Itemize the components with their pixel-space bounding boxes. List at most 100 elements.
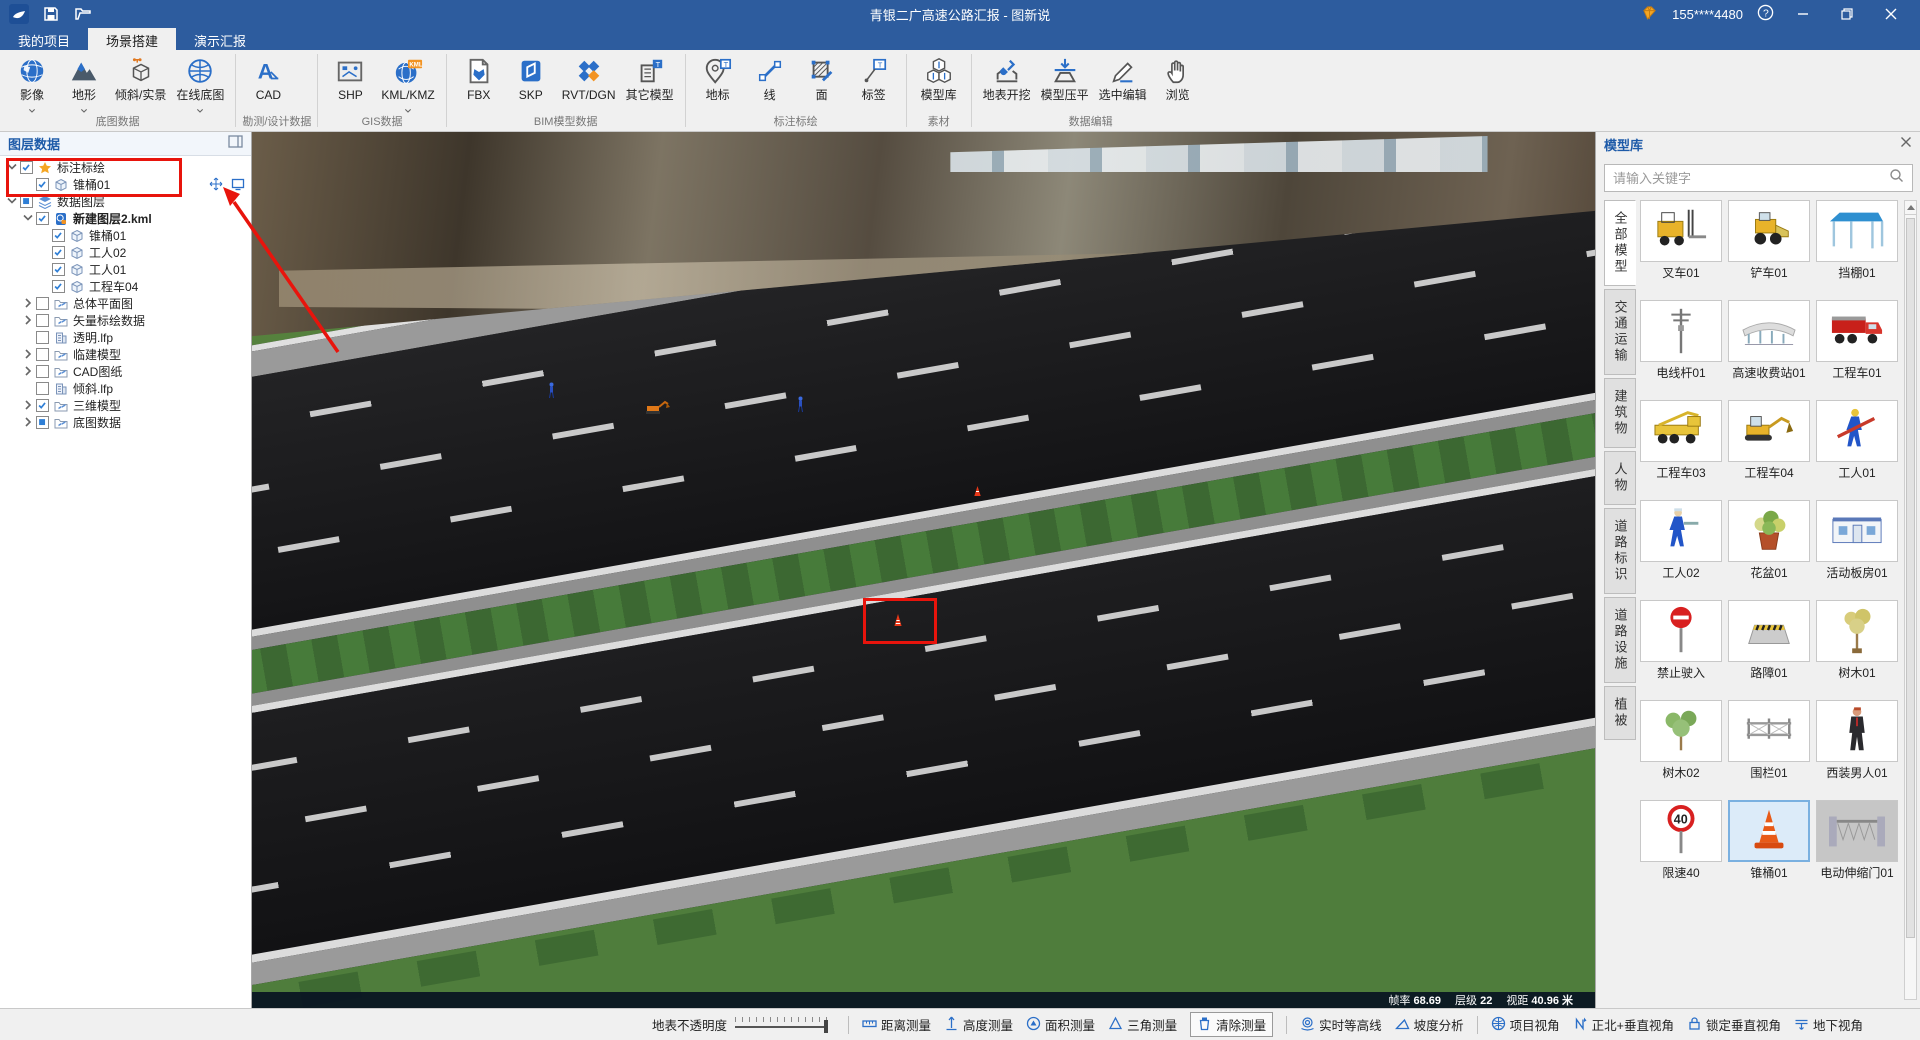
category-tab-all-models[interactable]: 全部模型 [1604, 200, 1636, 286]
ribbon-item-online-basemap[interactable]: 在线底图 [171, 52, 229, 115]
ribbon-item-fbx[interactable]: FBX [453, 52, 505, 115]
layer-tree-row-annotation-plot[interactable]: 标注标绘 [0, 159, 251, 176]
layer-checkbox[interactable] [36, 382, 49, 395]
layer-checkbox[interactable] [36, 416, 49, 429]
help-icon[interactable]: ? [1757, 4, 1774, 24]
model-item-tree-02[interactable]: 树木02 [1640, 700, 1722, 794]
model-item-truck-01[interactable]: 工程车01 [1816, 300, 1898, 394]
open-folder-icon[interactable] [72, 4, 94, 24]
tab-presentation[interactable]: 演示汇报 [176, 28, 264, 50]
category-tab-transportation[interactable]: 交通运输 [1604, 289, 1636, 375]
statusbar-button-height-measure[interactable]: 高度测量 [944, 1015, 1013, 1034]
ribbon-item-oblique-reality[interactable]: 倾斜/实景 [110, 52, 171, 115]
category-tab-road-facilities[interactable]: 道路设施 [1604, 597, 1636, 683]
statusbar-button-clear-measure[interactable]: 清除测量 [1190, 1012, 1273, 1037]
ribbon-item-select-edit[interactable]: 选中编辑 [1094, 52, 1152, 115]
ribbon-item-rvt-dgn[interactable]: RVT/DGN [557, 52, 621, 115]
ribbon-item-browse[interactable]: 浏览 [1152, 52, 1204, 115]
tab-my-projects[interactable]: 我的项目 [0, 28, 88, 50]
scrollbar-thumb[interactable] [1906, 218, 1915, 938]
layer-checkbox[interactable] [20, 195, 33, 208]
layer-tree-row-worker-02[interactable]: 工人02 [0, 244, 251, 261]
statusbar-button-slope-analysis[interactable]: 坡度分析 [1395, 1015, 1464, 1034]
model-item-plant-pot-01[interactable]: 花盆01 [1728, 500, 1810, 594]
model-item-speed-limit-40[interactable]: 40限速40 [1640, 800, 1722, 894]
layer-checkbox[interactable] [52, 229, 65, 242]
layer-checkbox[interactable] [52, 280, 65, 293]
model-item-truck-04[interactable]: 工程车04 [1728, 400, 1810, 494]
layer-tree-row-data-layers[interactable]: 数据图层 [0, 193, 251, 210]
chevron-down-icon[interactable] [27, 102, 37, 111]
layer-checkbox[interactable] [52, 246, 65, 259]
locate-move-icon[interactable] [209, 177, 223, 194]
ribbon-item-placemark[interactable]: T地标 [692, 52, 744, 115]
model-item-truck-03[interactable]: 工程车03 [1640, 400, 1722, 494]
layer-checkbox[interactable] [36, 314, 49, 327]
model-item-electric-gate-01[interactable]: 电动伸缩门01 [1816, 800, 1898, 894]
layer-tree-row-models-3d[interactable]: 三维模型 [0, 397, 251, 414]
layer-tree-row-oblique-lfp[interactable]: 倾斜.lfp [0, 380, 251, 397]
layer-checkbox[interactable] [36, 399, 49, 412]
tab-scene-build[interactable]: 场景搭建 [88, 28, 176, 50]
statusbar-button-triangle-measure[interactable]: 三角测量 [1108, 1015, 1177, 1034]
ribbon-item-other-model[interactable]: T其它模型 [621, 52, 679, 115]
expander-icon[interactable] [22, 212, 36, 226]
chevron-down-icon[interactable] [79, 102, 89, 111]
ribbon-item-kml-kmz[interactable]: KMLKML/KMZ [376, 52, 439, 115]
statusbar-button-project-view[interactable]: 项目视角 [1491, 1015, 1560, 1034]
model-item-pole-01[interactable]: 电线杆01 [1640, 300, 1722, 394]
ribbon-item-shp[interactable]: SHP [324, 52, 376, 115]
layer-tree-row-cone-01-top[interactable]: 锥桶01 [0, 176, 251, 193]
traffic-cone-1[interactable] [973, 484, 982, 502]
minimize-button[interactable] [1788, 2, 1818, 26]
category-tab-road-signs[interactable]: 道路标识 [1604, 508, 1636, 594]
chevron-down-icon[interactable] [403, 102, 413, 111]
ribbon-item-model-flatten[interactable]: 模型压平 [1036, 52, 1094, 115]
model-item-worker-02[interactable]: 工人02 [1640, 500, 1722, 594]
expander-icon[interactable] [22, 314, 36, 328]
layer-tree-row-vector-plot-data[interactable]: 矢量标绘数据 [0, 312, 251, 329]
panel-layout-icon[interactable] [228, 135, 243, 153]
layer-checkbox[interactable] [36, 365, 49, 378]
layer-checkbox[interactable] [36, 212, 49, 225]
close-panel-icon[interactable] [1900, 135, 1912, 153]
ribbon-item-terrain[interactable]: 地形 [58, 52, 110, 115]
map-3d-viewport[interactable]: 帧率 68.69 层级 22 视距 40.96 米 [252, 132, 1595, 1008]
layer-tree-row-basemap-data[interactable]: 底图数据 [0, 414, 251, 431]
expander-icon[interactable] [22, 297, 36, 311]
expander-icon[interactable] [22, 348, 36, 362]
layer-tree-row-master-plan[interactable]: 总体平面图 [0, 295, 251, 312]
model-item-barrier-01[interactable]: 路障01 [1728, 600, 1810, 694]
search-icon[interactable] [1889, 168, 1904, 188]
chevron-down-icon[interactable] [195, 102, 205, 111]
model-item-loader-01[interactable]: 铲车01 [1728, 200, 1810, 294]
model-grid-scrollbar[interactable] [1904, 200, 1917, 1000]
statusbar-button-underground-view[interactable]: 地下视角 [1794, 1015, 1863, 1034]
layer-checkbox[interactable] [20, 161, 33, 174]
expander-icon[interactable] [22, 416, 36, 430]
ribbon-item-label-tag[interactable]: T标签 [848, 52, 900, 115]
ribbon-item-polygon[interactable]: 面 [796, 52, 848, 115]
flyto-view-icon[interactable] [231, 177, 245, 194]
expander-icon[interactable] [6, 195, 20, 209]
model-item-portable-house-01[interactable]: 活动板房01 [1816, 500, 1898, 594]
ribbon-item-surface-dig[interactable]: 地表开挖 [978, 52, 1036, 115]
expander-icon[interactable] [22, 365, 36, 379]
ribbon-item-model-library[interactable]: 模型库 [913, 52, 965, 115]
model-item-forklift-01[interactable]: 叉车01 [1640, 200, 1722, 294]
layer-tree-row-transparent-lfp[interactable]: 透明.lfp [0, 329, 251, 346]
statusbar-button-distance-measure[interactable]: 距离测量 [862, 1015, 931, 1034]
excavator-figure[interactable] [645, 398, 672, 421]
model-search-input[interactable] [1613, 171, 1889, 186]
layer-checkbox[interactable] [52, 263, 65, 276]
worker-figure-2[interactable] [796, 396, 805, 418]
layer-tree-row-cone-01[interactable]: 锥桶01 [0, 227, 251, 244]
statusbar-button-lock-vertical-view[interactable]: 锁定垂直视角 [1687, 1015, 1781, 1034]
model-item-toll-station-01[interactable]: 高速收费站01 [1728, 300, 1810, 394]
save-icon[interactable] [40, 4, 62, 24]
model-item-suit-man-01[interactable]: 西装男人01 [1816, 700, 1898, 794]
statusbar-button-area-measure[interactable]: 面积测量 [1026, 1015, 1095, 1034]
category-tab-buildings[interactable]: 建筑物 [1604, 378, 1636, 448]
layer-checkbox[interactable] [36, 348, 49, 361]
category-tab-people[interactable]: 人物 [1604, 451, 1636, 505]
